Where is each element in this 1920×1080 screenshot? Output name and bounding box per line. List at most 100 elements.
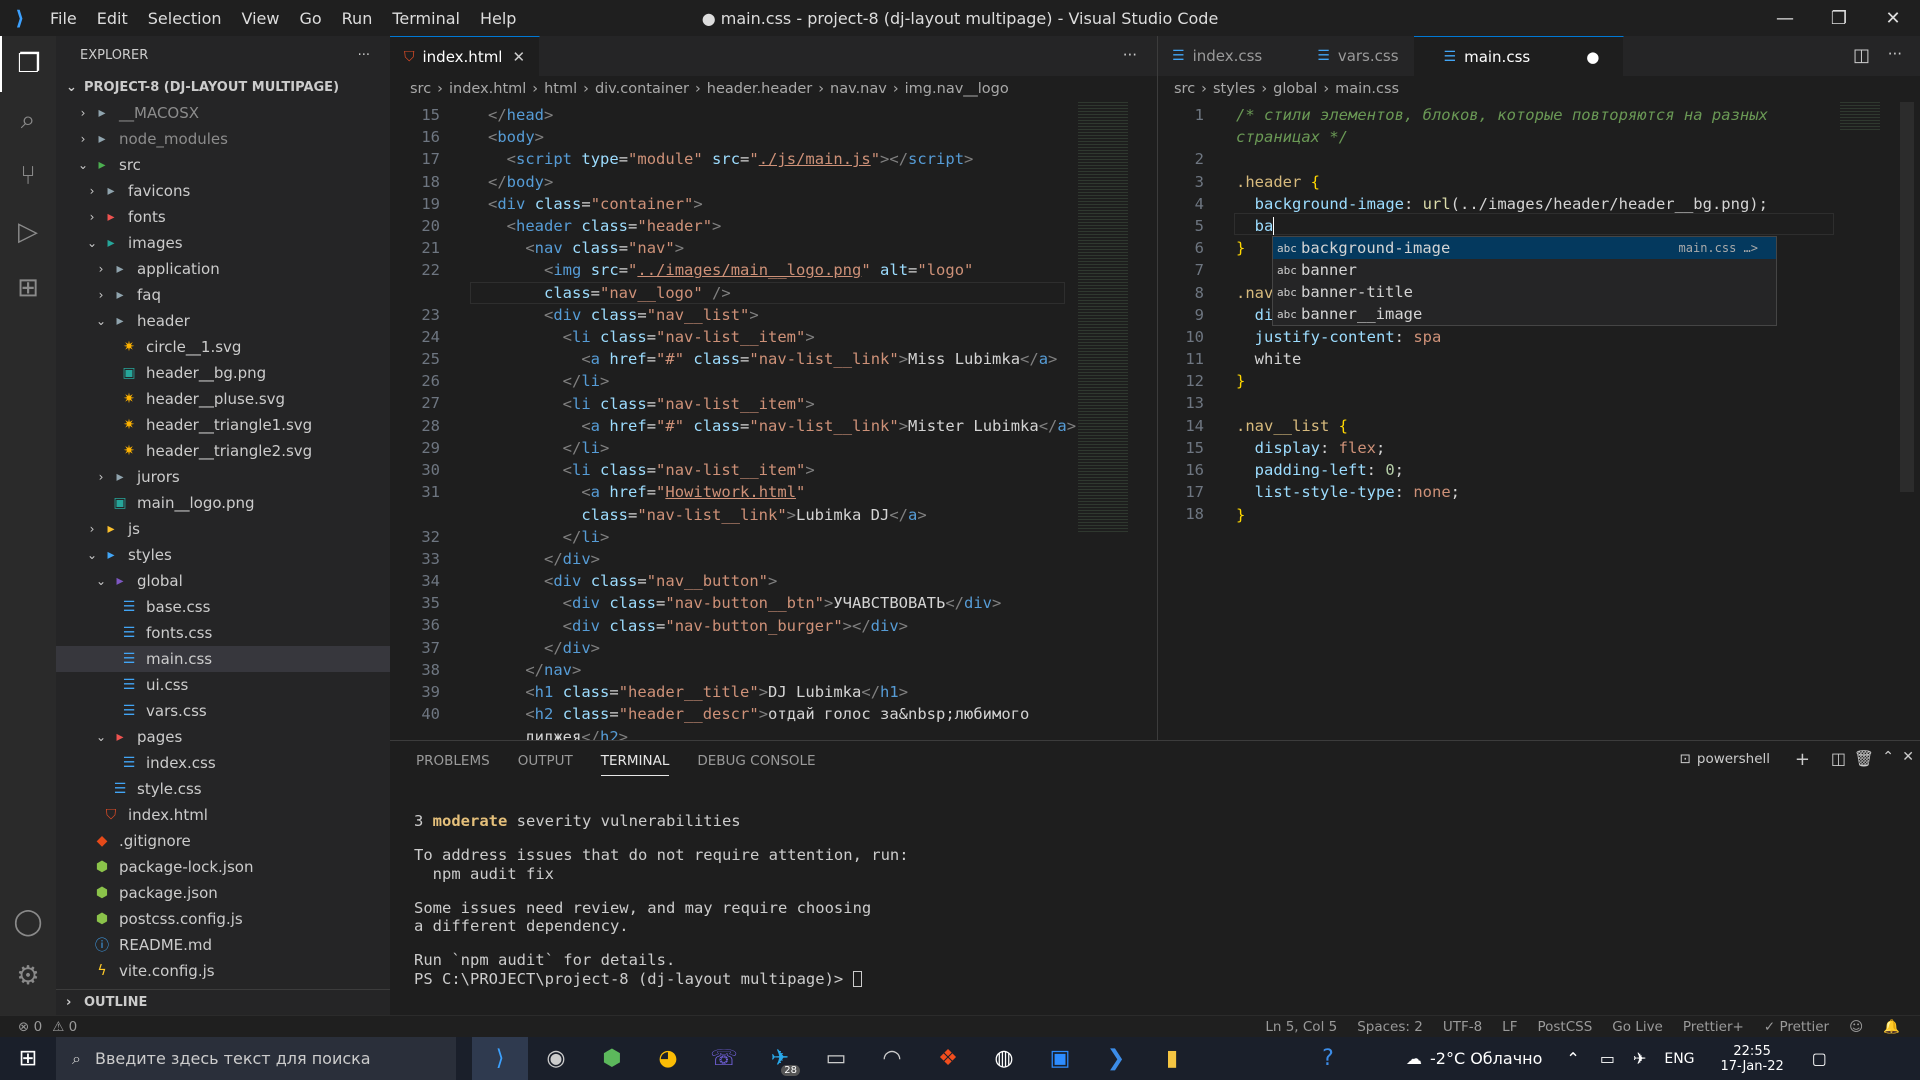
menu-item[interactable]: Help: [470, 9, 526, 28]
explorer-app-icon[interactable]: ◉: [528, 1037, 584, 1080]
tree-file[interactable]: ⬢ package-lock.json: [56, 854, 390, 880]
indentation[interactable]: Spaces: 2: [1357, 1019, 1423, 1035]
close-window-button[interactable]: ✕: [1866, 0, 1920, 36]
tree-folder[interactable]: ⌄ ▸ pages: [56, 724, 390, 750]
tree-file[interactable]: ☰ index.css: [56, 750, 390, 776]
network-icon[interactable]: ✈: [1633, 1049, 1646, 1068]
tree-file[interactable]: ✷ circle__1.svg: [56, 334, 390, 360]
help-icon[interactable]: ?: [1300, 1037, 1356, 1080]
battery-icon[interactable]: ▭: [1600, 1049, 1615, 1068]
tab-vars-css[interactable]: ☰ vars.css: [1277, 36, 1414, 76]
breadcrumb-item[interactable]: html: [544, 81, 577, 97]
tree-folder[interactable]: › ▸ faq: [56, 282, 390, 308]
breadcrumb-item[interactable]: src: [410, 81, 431, 97]
tree-file[interactable]: ☰ main.css: [56, 646, 390, 672]
breadcrumb-item[interactable]: global: [1273, 81, 1317, 97]
tree-file[interactable]: ☰ vars.css: [56, 698, 390, 724]
tab-main-css[interactable]: ☰ main.css ●: [1413, 36, 1625, 76]
tree-file[interactable]: ☰ fonts.css: [56, 620, 390, 646]
breadcrumb-item[interactable]: img.nav__logo: [905, 81, 1009, 97]
tree-file[interactable]: ✷ header__pluse.svg: [56, 386, 390, 412]
cursor-position[interactable]: Ln 5, Col 5: [1265, 1019, 1337, 1035]
language-indicator[interactable]: ENG: [1664, 1051, 1694, 1067]
outline-section[interactable]: › OUTLINE: [56, 989, 390, 1015]
panel-tab[interactable]: PROBLEMS: [416, 747, 490, 775]
tree-folder[interactable]: › ▸ js: [56, 516, 390, 542]
breadcrumb-item[interactable]: nav.nav: [830, 81, 887, 97]
breadcrumb-item[interactable]: index.html: [449, 81, 526, 97]
tree-file[interactable]: ☰ ui.css: [56, 672, 390, 698]
weather-widget[interactable]: ☁ -2°C Облачно: [1406, 1049, 1542, 1068]
project-root[interactable]: ⌄ PROJECT-8 (DJ-LAYOUT MULTIPAGE): [56, 74, 390, 100]
tree-folder[interactable]: › ▸ jurors: [56, 464, 390, 490]
run-debug-icon[interactable]: ▷: [0, 204, 56, 260]
go-live-button[interactable]: Go Live: [1612, 1019, 1663, 1035]
prettier-status[interactable]: ✓ Prettier: [1764, 1019, 1829, 1035]
errors-count[interactable]: ⊗ 0: [18, 1019, 42, 1035]
close-tab-icon[interactable]: ✕: [512, 48, 525, 66]
minimize-button[interactable]: —: [1758, 0, 1812, 36]
menu-item[interactable]: Edit: [87, 9, 138, 28]
account-icon[interactable]: ◯: [0, 894, 56, 950]
panel-tab[interactable]: DEBUG CONSOLE: [697, 747, 815, 775]
panel-tab[interactable]: OUTPUT: [518, 747, 573, 775]
notifications-icon[interactable]: ▢: [1812, 1049, 1827, 1068]
tree-folder[interactable]: ⌄ ▸ global: [56, 568, 390, 594]
trash-icon[interactable]: 🗑: [1854, 749, 1874, 768]
menu-item[interactable]: View: [232, 9, 290, 28]
taskbar-search[interactable]: ⌕ Введите здесь текст для поиска: [56, 1037, 456, 1080]
powershell-icon[interactable]: ❯: [1088, 1037, 1144, 1080]
zoom-icon[interactable]: ▣: [1032, 1037, 1088, 1080]
explorer-more-button[interactable]: ···: [358, 48, 370, 63]
tree-file[interactable]: ⬢ package.json: [56, 880, 390, 906]
clock[interactable]: 22:55 17-Jan-22: [1721, 1044, 1784, 1074]
suggestion-item[interactable]: abc background-image main.css …>: [1273, 237, 1776, 259]
tree-file[interactable]: ✷ header__triangle1.svg: [56, 412, 390, 438]
line-ending[interactable]: LF: [1502, 1019, 1517, 1035]
minimap[interactable]: [1078, 102, 1128, 532]
scrollbar[interactable]: [1900, 102, 1914, 492]
source-control-icon[interactable]: ⑂: [0, 148, 56, 204]
unsaved-dot-icon[interactable]: ●: [1586, 48, 1599, 66]
tree-file[interactable]: ☰ style.css: [56, 776, 390, 802]
tree-file[interactable]: ϟ vite.config.js: [56, 958, 390, 984]
breadcrumb-item[interactable]: header.header: [707, 81, 812, 97]
tab-index-css[interactable]: ☰ index.css: [1158, 36, 1278, 76]
editor-more-button[interactable]: ···: [1123, 46, 1137, 64]
minimap-right[interactable]: [1840, 102, 1880, 132]
suggestion-item[interactable]: abc banner: [1273, 259, 1776, 281]
tree-file[interactable]: ⓘ README.md: [56, 932, 390, 958]
language-mode[interactable]: PostCSS: [1537, 1019, 1592, 1035]
suggestion-item[interactable]: abc banner__image: [1273, 303, 1776, 325]
menu-item[interactable]: Terminal: [382, 9, 470, 28]
chevron-up-icon[interactable]: ⌃: [1566, 1049, 1579, 1068]
settings-gear-icon[interactable]: ⚙: [0, 948, 56, 1004]
suggestion-item[interactable]: abc banner-title: [1273, 281, 1776, 303]
left-code-editor[interactable]: 15 16 17 18 19 20 21 22 23 24 25 26 27 28 29 30 31 32 33 34…: [390, 102, 1157, 740]
maximize-button[interactable]: ❐: [1812, 0, 1866, 36]
panel-tab[interactable]: TERMINAL: [600, 747, 670, 776]
tree-folder[interactable]: › ▸ favicons: [56, 178, 390, 204]
maximize-panel-icon[interactable]: ⌃: [1882, 749, 1894, 765]
new-terminal-icon[interactable]: +: [1795, 749, 1810, 770]
tree-folder[interactable]: ⌄ ▸ src: [56, 152, 390, 178]
close-panel-icon[interactable]: ✕: [1902, 749, 1914, 765]
menu-item[interactable]: File: [40, 9, 87, 28]
viber-icon[interactable]: ☏: [696, 1037, 752, 1080]
breadcrumb-item[interactable]: div.container: [595, 81, 689, 97]
node-app-icon[interactable]: ⬢: [584, 1037, 640, 1080]
mask-app-icon[interactable]: ◠: [864, 1037, 920, 1080]
telegram-icon[interactable]: ✈ 28: [752, 1037, 808, 1080]
tree-file[interactable]: ⬢ postcss.config.js: [56, 906, 390, 932]
tree-folder[interactable]: ⌄ ▸ styles: [56, 542, 390, 568]
explorer-icon[interactable]: ❐: [0, 36, 56, 92]
tree-folder[interactable]: ⌄ ▸ images: [56, 230, 390, 256]
split-terminal-icon[interactable]: ◫: [1831, 749, 1846, 768]
warnings-count[interactable]: ⚠ 0: [52, 1019, 77, 1035]
tree-folder[interactable]: › ▸ node_modules: [56, 126, 390, 152]
windows-start-icon[interactable]: ⊞: [0, 1037, 56, 1080]
breadcrumb-item[interactable]: styles: [1213, 81, 1255, 97]
tree-file[interactable]: ☰ base.css: [56, 594, 390, 620]
tree-file[interactable]: ▣ main__logo.png: [56, 490, 390, 516]
breadcrumb-item[interactable]: main.css: [1335, 81, 1399, 97]
